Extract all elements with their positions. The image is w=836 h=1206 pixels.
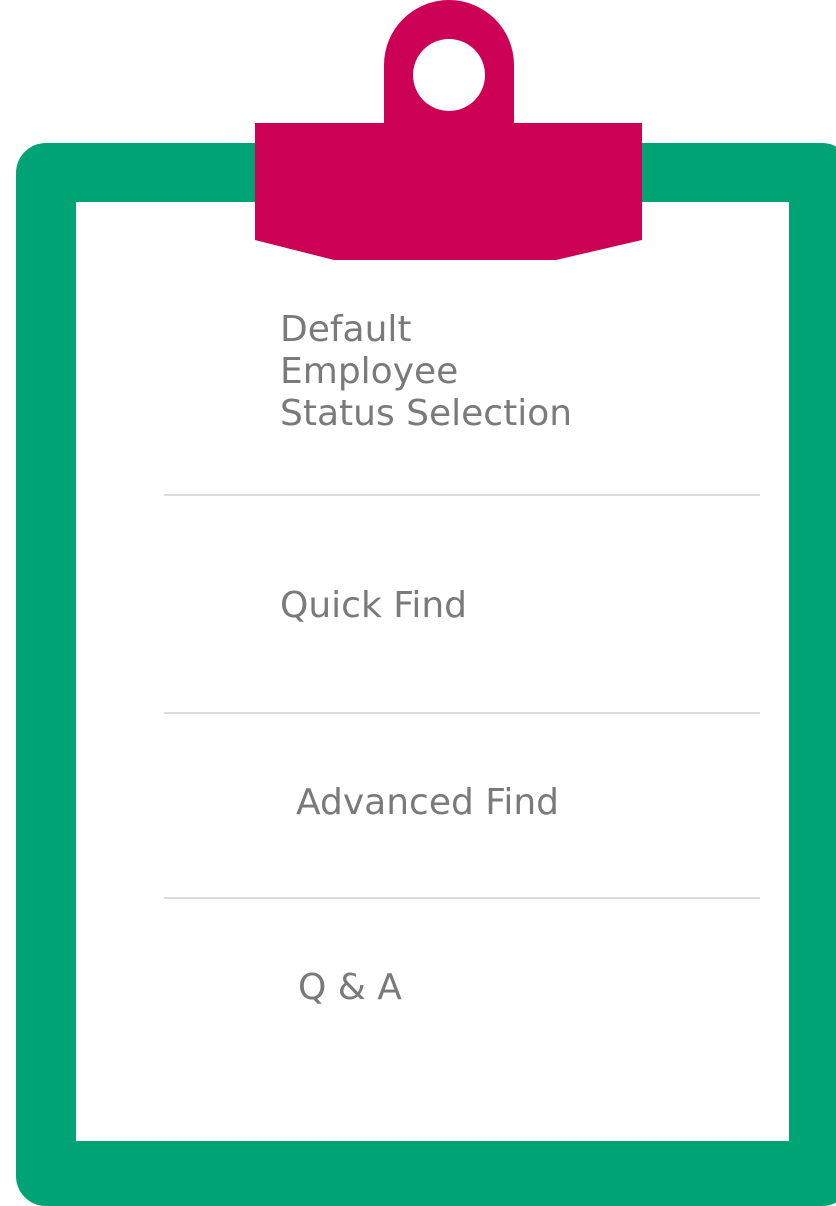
- menu-item-default-employee-status-selection[interactable]: Default Employee Status Selection: [280, 309, 572, 434]
- divider: [164, 494, 760, 496]
- divider: [164, 712, 760, 714]
- menu-item-advanced-find[interactable]: Advanced Find: [296, 782, 559, 824]
- menu-item-quick-find[interactable]: Quick Find: [280, 585, 467, 627]
- clip-hole: [413, 39, 485, 111]
- clip-hook: [384, 0, 514, 123]
- divider: [164, 897, 760, 899]
- menu-item-q-and-a[interactable]: Q & A: [298, 967, 402, 1009]
